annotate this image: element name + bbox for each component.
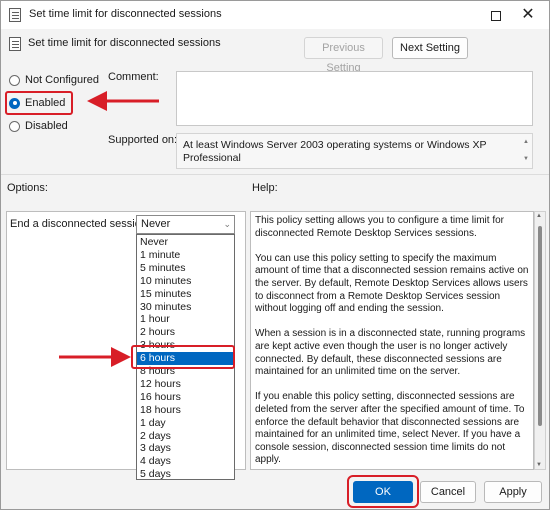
annotation-arrow-icon	[59, 347, 131, 367]
help-paragraph: This policy setting allows you to config…	[255, 215, 504, 239]
comment-label: Comment:	[108, 71, 159, 83]
policy-dialog-window: Set time limit for disconnected sessions…	[0, 0, 550, 510]
comment-textarea[interactable]	[176, 71, 533, 126]
help-scrollbar[interactable]: ▲ ▼	[534, 211, 546, 470]
radio-disabled[interactable]: Disabled	[9, 118, 68, 134]
close-icon[interactable]: ✕	[517, 5, 539, 25]
dropdown-option[interactable]: 2 hours	[137, 326, 234, 339]
policy-document-icon	[9, 8, 21, 22]
dropdown-option[interactable]: 4 days	[137, 455, 234, 468]
dropdown-option[interactable]: 5 minutes	[137, 262, 234, 275]
dropdown-option[interactable]: 5 days	[137, 468, 234, 481]
chevron-down-icon[interactable]: ⌄	[223, 216, 231, 233]
dropdown-option[interactable]: Never	[137, 236, 234, 249]
supported-on-text: At least Windows Server 2003 operating s…	[183, 139, 487, 164]
cancel-button[interactable]: Cancel	[420, 481, 476, 503]
six-hours-highlight-annotation	[131, 345, 235, 369]
next-setting-button[interactable]: Next Setting	[392, 37, 468, 59]
supported-on-label: Supported on:	[108, 134, 178, 146]
end-session-dropdown[interactable]: Never ⌄	[136, 215, 235, 234]
scrollbar-thumb[interactable]	[538, 226, 542, 426]
help-text-pane: This policy setting allows you to config…	[250, 211, 534, 470]
end-disconnected-session-label: End a disconnected session	[10, 218, 147, 230]
dropdown-option[interactable]: 1 day	[137, 417, 234, 430]
scroll-down-icon[interactable]: ▼	[523, 153, 529, 166]
dropdown-option[interactable]: 1 minute	[137, 249, 234, 262]
dropdown-option[interactable]: 16 hours	[137, 391, 234, 404]
previous-setting-button[interactable]: Previous Setting	[304, 37, 383, 74]
maximize-icon[interactable]	[485, 5, 507, 25]
apply-button[interactable]: Apply	[484, 481, 542, 503]
dropdown-option[interactable]: 18 hours	[137, 404, 234, 417]
radio-button-icon[interactable]	[9, 120, 20, 132]
dropdown-option[interactable]: 3 days	[137, 442, 234, 455]
policy-title: Set time limit for disconnected sessions	[28, 37, 221, 49]
dropdown-option[interactable]: 15 minutes	[137, 288, 234, 301]
supported-on-value: At least Windows Server 2003 operating s…	[176, 133, 533, 169]
section-divider	[1, 174, 549, 175]
enabled-highlight-annotation	[5, 91, 73, 115]
radio-label: Disabled	[25, 120, 68, 132]
policy-setting-icon	[9, 37, 21, 51]
dropdown-current-value: Never	[141, 218, 171, 230]
options-label: Options:	[7, 182, 48, 194]
radio-button-icon[interactable]	[9, 74, 20, 86]
window-title: Set time limit for disconnected sessions	[29, 8, 222, 20]
dropdown-option[interactable]: 10 minutes	[137, 275, 234, 288]
scroll-down-icon[interactable]: ▼	[536, 462, 542, 468]
dropdown-option[interactable]: 1 hour	[137, 313, 234, 326]
dropdown-option[interactable]: 30 minutes	[137, 301, 234, 314]
help-label: Help:	[252, 182, 278, 194]
help-paragraph: You can use this policy setting to speci…	[255, 252, 529, 315]
dropdown-option[interactable]: 2 days	[137, 430, 234, 443]
help-paragraph: When a session is in a disconnected stat…	[255, 328, 526, 378]
scroll-up-icon[interactable]: ▲	[536, 213, 542, 219]
ok-button[interactable]: OK	[353, 481, 413, 503]
dropdown-option[interactable]: 12 hours	[137, 378, 234, 391]
annotation-arrow-icon	[87, 91, 159, 111]
help-paragraph: If you enable this policy setting, disco…	[255, 391, 525, 466]
title-bar: Set time limit for disconnected sessions…	[1, 1, 549, 29]
scroll-up-icon[interactable]: ▲	[523, 136, 529, 149]
